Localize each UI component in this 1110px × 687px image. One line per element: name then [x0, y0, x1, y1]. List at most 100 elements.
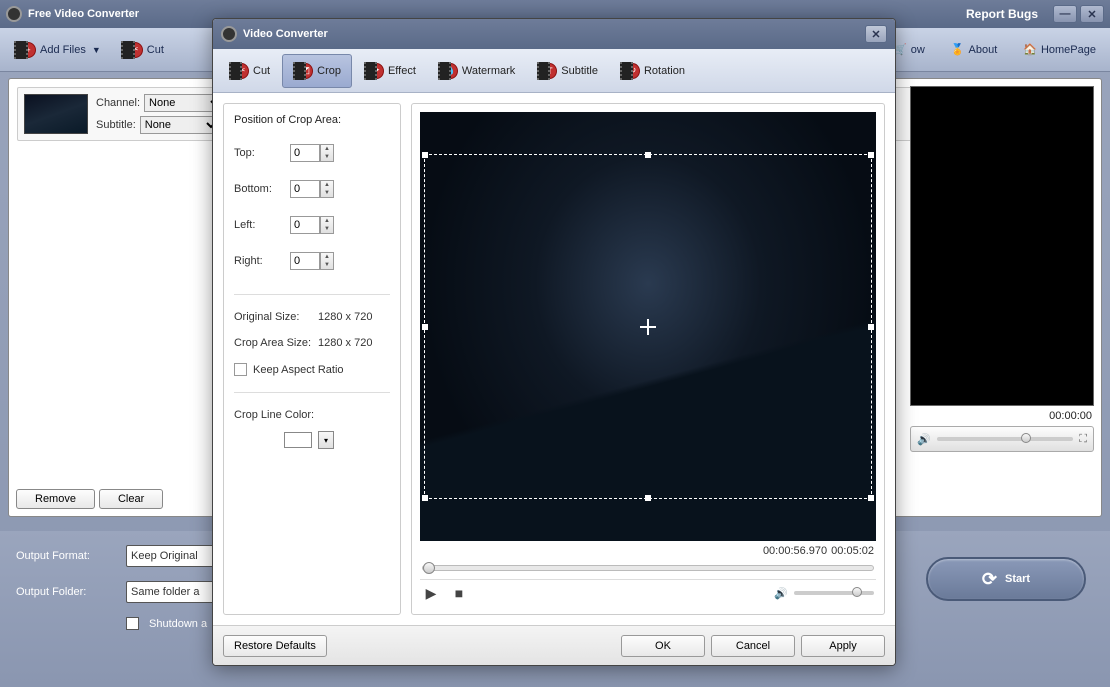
- top-input[interactable]: [290, 144, 320, 162]
- crop-color-swatch[interactable]: [284, 432, 312, 448]
- add-files-label: Add Files: [40, 44, 86, 56]
- filmstrip-icon: [14, 41, 28, 59]
- tab-effect[interactable]: ✦ Effect: [354, 55, 426, 87]
- filmstrip-icon: [537, 62, 550, 80]
- crop-handle[interactable]: [422, 152, 428, 158]
- volume-icon[interactable]: 🔊: [917, 433, 931, 446]
- crop-area-value: 1280 x 720: [318, 337, 372, 349]
- homepage-link[interactable]: 🏠 HomePage: [1015, 39, 1104, 60]
- tab-cut[interactable]: ✂ Cut: [219, 55, 280, 87]
- homepage-label: HomePage: [1041, 44, 1096, 56]
- top-label: Top:: [234, 147, 290, 159]
- keep-aspect-label: Keep Aspect Ratio: [253, 364, 344, 376]
- stop-button[interactable]: ■: [450, 584, 468, 602]
- dialog-tabs: ✂ Cut ◩ Crop ✦ Effect 💧 Watermark T Subt…: [213, 49, 895, 93]
- main-preview-controls: 🔊 ⛶: [910, 426, 1094, 452]
- right-spinbox[interactable]: ▲▼: [290, 252, 334, 270]
- remove-button[interactable]: Remove: [16, 489, 95, 509]
- crop-settings-panel: Position of Crop Area: Top: ▲▼ Bottom: ▲…: [223, 103, 401, 615]
- tab-effect-label: Effect: [388, 65, 416, 77]
- shutdown-checkbox[interactable]: [126, 617, 139, 630]
- crop-handle[interactable]: [645, 495, 651, 501]
- bottom-input[interactable]: [290, 180, 320, 198]
- add-files-button[interactable]: + Add Files ▼: [6, 35, 109, 65]
- filmstrip-icon: [620, 62, 633, 80]
- crop-handle[interactable]: [422, 324, 428, 330]
- crop-preview-panel: 00:00:56.970 00:05:02 ▶ ■ 🔊: [411, 103, 885, 615]
- chevron-down-icon: ▼: [92, 45, 101, 55]
- right-label: Right:: [234, 255, 290, 267]
- crop-handle[interactable]: [868, 152, 874, 158]
- crop-handle[interactable]: [422, 495, 428, 501]
- filmstrip-icon: [438, 62, 451, 80]
- cut-label: Cut: [147, 44, 164, 56]
- filmstrip-icon: [229, 62, 242, 80]
- fullscreen-icon[interactable]: ⛶: [1079, 433, 1087, 446]
- seek-bar[interactable]: [420, 561, 876, 579]
- volume-icon[interactable]: 🔊: [774, 587, 788, 600]
- total-duration: 00:05:02: [831, 545, 874, 557]
- crop-color-dropdown[interactable]: ▾: [318, 431, 334, 449]
- left-input[interactable]: [290, 216, 320, 234]
- tab-subtitle[interactable]: T Subtitle: [527, 55, 608, 87]
- tab-rotation[interactable]: ↻ Rotation: [610, 55, 695, 87]
- output-format-label: Output Format:: [16, 550, 116, 562]
- bottom-label: Bottom:: [234, 183, 290, 195]
- crop-handle[interactable]: [868, 495, 874, 501]
- medal-icon: 🏅: [951, 43, 965, 56]
- video-thumbnail: [24, 94, 88, 134]
- report-bugs-link[interactable]: Report Bugs: [960, 5, 1044, 23]
- main-title: Free Video Converter: [28, 8, 139, 20]
- close-button[interactable]: ✕: [1080, 5, 1104, 23]
- cancel-button[interactable]: Cancel: [711, 635, 795, 657]
- left-spinbox[interactable]: ▲▼: [290, 216, 334, 234]
- restore-defaults-button[interactable]: Restore Defaults: [223, 635, 327, 657]
- tab-crop[interactable]: ◩ Crop: [282, 54, 352, 88]
- crop-handle[interactable]: [645, 152, 651, 158]
- output-folder-label: Output Folder:: [16, 586, 116, 598]
- dialog-footer: Restore Defaults OK Cancel Apply: [213, 625, 895, 665]
- tab-rotation-label: Rotation: [644, 65, 685, 77]
- filmstrip-icon: [364, 62, 377, 80]
- top-spinbox[interactable]: ▲▼: [290, 144, 334, 162]
- crop-rectangle[interactable]: [424, 154, 872, 499]
- crop-preview-video[interactable]: [420, 112, 876, 541]
- original-size-label: Original Size:: [234, 311, 318, 323]
- start-button[interactable]: ⟳ Start: [926, 557, 1086, 601]
- ok-button[interactable]: OK: [621, 635, 705, 657]
- start-label: Start: [1005, 573, 1030, 585]
- refresh-icon: ⟳: [982, 569, 997, 590]
- apply-button[interactable]: Apply: [801, 635, 885, 657]
- minimize-button[interactable]: —: [1053, 5, 1077, 23]
- seek-thumb[interactable]: [423, 562, 435, 574]
- volume-slider[interactable]: [794, 591, 874, 595]
- main-preview-video: [910, 86, 1094, 406]
- tab-crop-label: Crop: [317, 65, 341, 77]
- filmstrip-icon: [293, 62, 306, 80]
- original-size-value: 1280 x 720: [318, 311, 372, 323]
- right-input[interactable]: [290, 252, 320, 270]
- clear-button[interactable]: Clear: [99, 489, 163, 509]
- bottom-spinbox[interactable]: ▲▼: [290, 180, 334, 198]
- dialog-close-button[interactable]: ✕: [865, 25, 887, 43]
- crop-center-icon: [640, 319, 656, 335]
- shutdown-label: Shutdown a: [149, 618, 207, 630]
- main-volume-slider[interactable]: [937, 437, 1074, 441]
- subtitle-select[interactable]: None: [140, 116, 220, 134]
- dialog-titlebar[interactable]: Video Converter ✕: [213, 19, 895, 49]
- cut-button-main[interactable]: ✂ Cut: [113, 35, 172, 65]
- tab-watermark[interactable]: 💧 Watermark: [428, 55, 525, 87]
- about-link[interactable]: 🏅 About: [943, 39, 1005, 60]
- left-label: Left:: [234, 219, 290, 231]
- play-button[interactable]: ▶: [422, 584, 440, 602]
- crop-area-label: Crop Area Size:: [234, 337, 318, 349]
- dialog-logo-icon: [221, 26, 237, 42]
- main-preview-pane: 00:00:00 🔊 ⛶: [910, 86, 1094, 452]
- about-label: About: [969, 44, 998, 56]
- main-preview-time: 00:00:00: [910, 406, 1094, 426]
- tab-subtitle-label: Subtitle: [561, 65, 598, 77]
- crop-handle[interactable]: [868, 324, 874, 330]
- dialog-title: Video Converter: [243, 28, 328, 40]
- keep-aspect-checkbox[interactable]: [234, 363, 247, 376]
- home-icon: 🏠: [1023, 43, 1037, 56]
